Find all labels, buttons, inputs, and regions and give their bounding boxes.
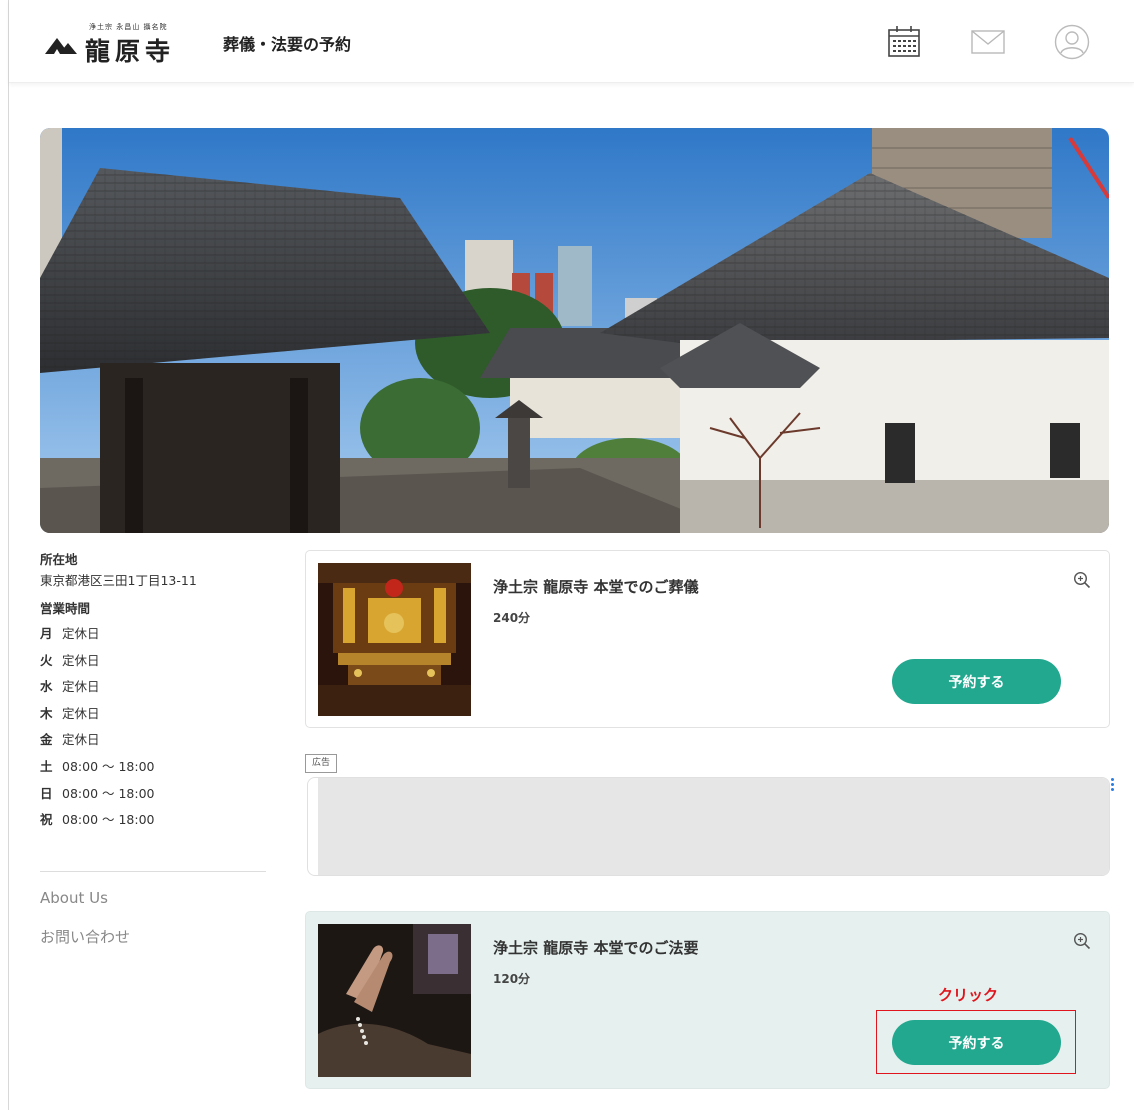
- book-button-funeral[interactable]: 予約する: [892, 659, 1061, 704]
- hours-day: 金: [40, 732, 53, 748]
- hours-day: 火: [40, 652, 53, 668]
- hours-day: 日: [40, 785, 53, 801]
- hours-row: 木定休日: [40, 701, 266, 728]
- hours-row: 祝 08:00 〜 18:00: [40, 807, 266, 834]
- hours-row: 日 08:00 〜 18:00: [40, 781, 266, 808]
- hours-day: 月: [40, 626, 53, 641]
- temple-logo[interactable]: 浄土宗 永昌山 攝名院 龍原寺: [45, 22, 205, 66]
- service-title: 浄土宗 龍原寺 本堂でのご葬儀: [493, 578, 699, 596]
- page-title: 葬儀・法要の予約: [223, 35, 352, 54]
- service-title: 浄土宗 龍原寺 本堂でのご法要: [493, 939, 699, 957]
- book-button-memorial[interactable]: 予約する: [892, 1020, 1061, 1065]
- funeral-altar-image: [318, 563, 471, 716]
- hours-row: 月定休日: [40, 621, 266, 648]
- ad-label: 広告: [305, 754, 338, 773]
- service-card-funeral: 浄土宗 龍原寺 本堂でのご葬儀 240分 予約する: [305, 550, 1110, 728]
- hours-time: 08:00 〜 18:00: [62, 785, 155, 801]
- hours-list: 月定休日 火定休日 水定休日 木定休日 金定休日 土 08:00 〜 18:00 …: [40, 621, 266, 834]
- zoom-in-icon[interactable]: [1073, 932, 1091, 954]
- service-duration: 120分: [493, 972, 531, 986]
- window-left-border: [8, 0, 9, 1110]
- user-icon[interactable]: [1054, 24, 1090, 60]
- ad-placeholder: [318, 778, 1109, 875]
- hours-time: 08:00 〜 18:00: [62, 758, 155, 774]
- logo-name: 龍原寺: [85, 37, 176, 66]
- hours-day: 土: [40, 758, 53, 774]
- hero-temple-image: [40, 128, 1109, 533]
- calendar-icon[interactable]: [887, 24, 921, 58]
- hours-time: 定休日: [62, 705, 100, 721]
- hours-row: 土 08:00 〜 18:00: [40, 754, 266, 781]
- sidebar: 所在地 東京都港区三田1丁目13-11 営業時間 月定休日 火定休日 水定休日 …: [40, 552, 266, 946]
- contact-link[interactable]: お問い合わせ: [40, 926, 130, 947]
- hours-day: 木: [40, 705, 53, 721]
- address-text: 東京都港区三田1丁目13-11: [40, 573, 197, 588]
- logo-subtitle: 浄土宗 永昌山 攝名院: [89, 23, 168, 31]
- location-label: 所在地: [40, 552, 78, 567]
- ad-slot[interactable]: [307, 777, 1110, 876]
- hours-row: 金定休日: [40, 727, 266, 754]
- hours-day: 祝: [40, 812, 53, 828]
- hours-time: 定休日: [62, 626, 100, 641]
- service-duration: 240分: [493, 611, 531, 625]
- hours-row: 水定休日: [40, 674, 266, 701]
- click-annotation-label: クリック: [938, 986, 999, 1004]
- hours-time: 定休日: [62, 652, 100, 668]
- sidebar-divider: [40, 871, 266, 872]
- praying-hands-image: [318, 924, 471, 1077]
- hours-day: 水: [40, 679, 53, 695]
- mail-icon[interactable]: [971, 30, 1005, 54]
- hours-row: 火定休日: [40, 648, 266, 675]
- hours-time: 定休日: [62, 732, 100, 748]
- ad-options-icon[interactable]: [1111, 778, 1115, 792]
- hours-time: 定休日: [62, 679, 100, 695]
- hours-label: 営業時間: [40, 601, 91, 616]
- zoom-in-icon[interactable]: [1073, 571, 1091, 593]
- hours-time: 08:00 〜 18:00: [62, 812, 155, 828]
- about-us-link[interactable]: About Us: [40, 889, 108, 907]
- mountain-logo-icon: [45, 38, 77, 54]
- top-header: 浄土宗 永昌山 攝名院 龍原寺 葬儀・法要の予約: [9, 0, 1134, 83]
